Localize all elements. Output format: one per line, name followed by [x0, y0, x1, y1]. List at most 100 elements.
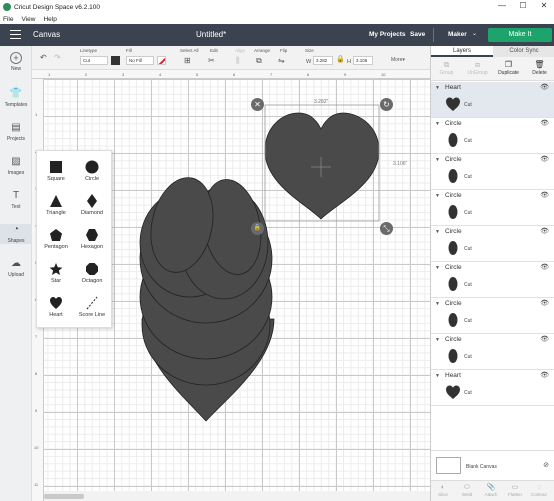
layer-item[interactable]: ▼ Heart 👁 Cut	[431, 370, 554, 406]
document-title[interactable]: Untitled*	[196, 30, 226, 39]
eye-icon[interactable]: 👁	[540, 263, 549, 271]
width-input[interactable]: 3.282	[313, 56, 333, 65]
weld-button[interactable]: ⬭ Weld	[455, 483, 479, 497]
maximize-button[interactable]: ☐	[513, 1, 533, 10]
align-icon[interactable]: ⫼	[236, 56, 240, 66]
tab-layers[interactable]: Layers	[431, 46, 493, 57]
canvas-color-swatch[interactable]	[436, 457, 461, 474]
shape-hexagon[interactable]: Hexagon	[73, 225, 111, 258]
sidebar-item-shapes[interactable]: ◔ Shapes	[0, 224, 32, 244]
scroll-thumb[interactable]	[44, 494, 84, 499]
chevron-down-icon[interactable]: ▼	[435, 85, 440, 91]
eye-hidden-icon[interactable]: ⊘	[543, 461, 549, 469]
lock-proportion-icon[interactable]: 🔒	[251, 222, 264, 235]
circle-thumbnail	[448, 349, 458, 363]
shape-circle[interactable]: Circle	[73, 157, 111, 190]
chevron-down-icon[interactable]: ⌄	[472, 30, 477, 37]
chevron-down-icon[interactable]: ▼	[435, 265, 440, 271]
hamburger-menu-icon[interactable]	[10, 30, 21, 39]
fill-select[interactable]: No Fill	[126, 56, 154, 65]
eye-icon[interactable]: 👁	[540, 83, 549, 91]
make-it-button[interactable]: Make It	[488, 28, 552, 42]
resize-icon[interactable]: ⤡	[380, 222, 393, 235]
sidebar-item-projects[interactable]: ▤ Projects	[0, 122, 32, 142]
delete-button[interactable]: 🗑 Delete	[524, 60, 554, 76]
layer-bottom-actions: ◐ Slice ⬭ Weld 📎 Attach ▭ Flatten ◌ Contour	[431, 480, 554, 501]
flatten-button[interactable]: ▭ Flatten	[503, 483, 527, 497]
chevron-down-icon[interactable]: ▼	[435, 337, 440, 343]
lock-icon[interactable]: 🔒	[336, 55, 345, 63]
group-icon: ⧉	[443, 60, 450, 69]
slice-button[interactable]: ◐ Slice	[431, 483, 455, 497]
contour-button[interactable]: ◌ Contour	[527, 483, 551, 497]
duplicate-button[interactable]: ❐ Duplicate	[493, 60, 524, 76]
shape-diamond[interactable]: Diamond	[73, 191, 111, 224]
redo-icon[interactable]: ↷	[54, 53, 61, 62]
shape-heart[interactable]: Heart	[37, 293, 75, 326]
sidebar-item-upload[interactable]: ☁ Upload	[0, 258, 32, 278]
circle-thumbnail	[448, 205, 458, 219]
chevron-down-icon[interactable]: ▼	[435, 157, 440, 163]
menu-view[interactable]: View	[21, 16, 35, 23]
undo-icon[interactable]: ↶	[40, 53, 47, 62]
eye-icon[interactable]: 👁	[540, 335, 549, 343]
shape-square[interactable]: Square	[37, 157, 75, 190]
height-input[interactable]: 3.106	[353, 56, 373, 65]
shape-triangle[interactable]: Triangle	[37, 191, 75, 224]
horizontal-scrollbar[interactable]	[44, 491, 430, 501]
layer-item[interactable]: ▼ Circle 👁 Cut	[431, 298, 554, 334]
menu-file[interactable]: File	[3, 16, 13, 23]
group-button[interactable]: ⧉ Group	[431, 60, 462, 76]
close-window-button[interactable]: ✕	[534, 1, 554, 10]
attach-button[interactable]: 📎 Attach	[479, 483, 503, 497]
fill-color-swatch[interactable]	[157, 56, 166, 65]
chevron-down-icon[interactable]: ▼	[435, 373, 440, 379]
shirt-icon: 👕	[9, 88, 23, 99]
shape-star[interactable]: Star	[37, 259, 75, 292]
eye-icon[interactable]: 👁	[540, 371, 549, 379]
linetype-select[interactable]: Cut	[80, 56, 108, 65]
eye-icon[interactable]: 👁	[540, 299, 549, 307]
eye-icon[interactable]: 👁	[540, 227, 549, 235]
blank-canvas-layer[interactable]: Blank Canvas ⊘	[431, 450, 554, 480]
more-button[interactable]: More▾	[391, 57, 405, 63]
minimize-button[interactable]: —	[492, 1, 512, 10]
save-button[interactable]: Save	[410, 31, 425, 38]
selection-width-label: 3.282"	[314, 99, 329, 105]
layer-item[interactable]: ▼ Circle 👁 Cut	[431, 190, 554, 226]
edit-icon[interactable]: ✂	[208, 56, 215, 65]
layer-item[interactable]: ▼ Heart 👁 Cut	[431, 82, 554, 118]
flatten-icon: ▭	[511, 484, 519, 491]
layer-item[interactable]: ▼ Circle 👁 Cut	[431, 154, 554, 190]
shape-pentagon[interactable]: Pentagon	[37, 225, 75, 258]
machine-selector[interactable]: Maker	[448, 31, 467, 38]
eye-icon[interactable]: 👁	[540, 155, 549, 163]
menu-help[interactable]: Help	[43, 16, 56, 23]
my-projects-button[interactable]: My Projects	[369, 31, 406, 38]
arrange-icon[interactable]: ⧉	[256, 56, 262, 66]
sidebar-item-new[interactable]: + New	[0, 52, 32, 72]
select-all-icon[interactable]: ⊞	[184, 56, 191, 65]
chevron-down-icon[interactable]: ▼	[435, 301, 440, 307]
shape-score-line[interactable]: Score Line	[73, 293, 111, 326]
delete-selection-icon[interactable]: ✕	[251, 98, 264, 111]
chevron-down-icon[interactable]: ▼	[435, 229, 440, 235]
eye-icon[interactable]: 👁	[540, 191, 549, 199]
layer-item[interactable]: ▼ Circle 👁 Cut	[431, 226, 554, 262]
sidebar-item-images[interactable]: ▨ Images	[0, 156, 32, 176]
sidebar-item-text[interactable]: T Text	[0, 190, 32, 210]
rotate-icon[interactable]: ↻	[380, 98, 393, 111]
layer-item[interactable]: ▼ Circle 👁 Cut	[431, 118, 554, 154]
linetype-color-swatch[interactable]	[111, 56, 120, 65]
layer-item[interactable]: ▼ Circle 👁 Cut	[431, 334, 554, 370]
flip-icon[interactable]: ⇋	[278, 56, 285, 65]
ungroup-button[interactable]: ⧈ UnGroup	[462, 60, 493, 76]
sidebar-item-templates[interactable]: 👕 Templates	[0, 88, 32, 108]
tab-color-sync[interactable]: Color Sync	[493, 46, 554, 57]
layer-item[interactable]: ▼ Circle 👁 Cut	[431, 262, 554, 298]
ungroup-icon: ⧈	[474, 60, 481, 69]
chevron-down-icon[interactable]: ▼	[435, 193, 440, 199]
chevron-down-icon[interactable]: ▼	[435, 121, 440, 127]
eye-icon[interactable]: 👁	[540, 119, 549, 127]
shape-octagon[interactable]: Octagon	[73, 259, 111, 292]
